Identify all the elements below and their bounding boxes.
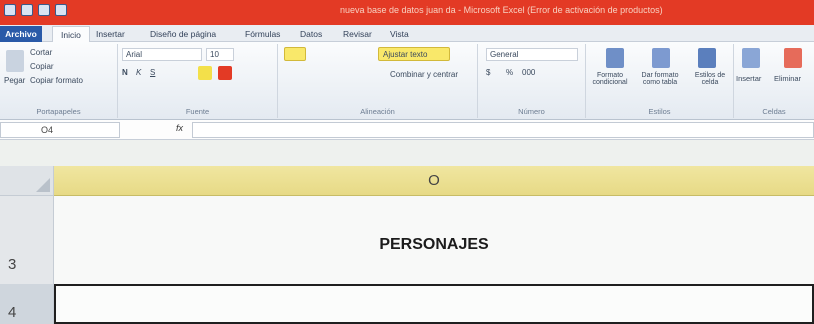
wrap-text-button[interactable]: Ajustar texto	[378, 47, 450, 61]
group-alignment: Ajustar texto Combinar y centrar Alineac…	[278, 44, 478, 118]
tab-inicio[interactable]: Inicio	[52, 26, 90, 42]
tab-vista[interactable]: Vista	[390, 26, 409, 42]
styles-group-label: Estilos	[648, 107, 671, 116]
name-box[interactable]: O4	[0, 122, 120, 138]
format-painter-button[interactable]: Copiar formato	[30, 76, 83, 85]
row-header-3[interactable]: 3	[0, 196, 54, 284]
save-icon[interactable]	[21, 4, 33, 16]
toolbar-strip	[0, 140, 814, 166]
window-title: nueva base de datos juan da - Microsoft …	[340, 5, 663, 15]
group-cells: Insertar Eliminar Celdas	[734, 44, 814, 118]
tab-formulas[interactable]: Fórmulas	[245, 26, 280, 42]
clipboard-group-label: Portapapeles	[36, 107, 81, 116]
excel-logo-icon	[4, 4, 16, 16]
paste-button[interactable]: Pegar	[4, 76, 25, 85]
cut-button[interactable]: Cortar	[30, 48, 52, 57]
group-clipboard: Pegar Cortar Copiar Copiar formato Porta…	[0, 44, 118, 118]
conditional-format-button[interactable]: Formato condicional	[588, 72, 632, 86]
currency-button[interactable]: $	[486, 68, 490, 77]
insert-cells-icon[interactable]	[742, 48, 760, 68]
title-bar: nueva base de datos juan da - Microsoft …	[0, 0, 814, 25]
formula-bar: O4 fx	[0, 120, 814, 140]
wrap-text-label: Ajustar texto	[383, 50, 428, 59]
cells-group-label: Celdas	[762, 107, 786, 116]
cell-styles-icon[interactable]	[698, 48, 716, 68]
tab-diseno-pagina[interactable]: Diseño de página	[150, 26, 216, 42]
insert-function-icon[interactable]: fx	[176, 123, 183, 133]
row-header-4[interactable]: 4	[0, 284, 54, 324]
underline-button[interactable]: S	[150, 68, 155, 77]
font-color-icon[interactable]	[218, 66, 232, 80]
group-styles: Formato condicional Dar formato como tab…	[586, 44, 734, 118]
paste-icon[interactable]	[6, 50, 24, 72]
cell-o3-text: PERSONAJES	[379, 236, 489, 253]
tab-revisar[interactable]: Revisar	[343, 26, 372, 42]
alignment-group-label: Alineación	[360, 107, 395, 116]
align-top-icon[interactable]	[284, 47, 306, 61]
font-group-label: Fuente	[185, 107, 210, 116]
format-table-button[interactable]: Dar formato como tabla	[634, 72, 686, 86]
tab-insertar[interactable]: Insertar	[96, 26, 125, 42]
copy-button[interactable]: Copiar	[30, 62, 54, 71]
merge-center-button[interactable]: Combinar y centrar	[390, 70, 458, 79]
redo-icon[interactable]	[55, 4, 67, 16]
formula-input[interactable]	[192, 122, 814, 138]
number-group-label: Número	[518, 107, 545, 116]
quick-access-toolbar	[4, 4, 67, 16]
group-font: Arial 10 N K S Fuente	[118, 44, 278, 118]
tab-archivo[interactable]: Archivo	[0, 26, 42, 42]
undo-icon[interactable]	[38, 4, 50, 16]
font-size-select[interactable]: 10	[206, 48, 234, 61]
group-number: General $ % 000 Número	[478, 44, 586, 118]
insert-cells-button[interactable]: Insertar	[736, 74, 761, 83]
italic-button[interactable]: K	[136, 68, 141, 77]
delete-cells-icon[interactable]	[784, 48, 802, 68]
column-header-o[interactable]: O	[54, 166, 814, 196]
font-name-select[interactable]: Arial	[122, 48, 202, 61]
percent-button[interactable]: %	[506, 68, 513, 77]
number-format-select[interactable]: General	[486, 48, 578, 61]
thousands-button[interactable]: 000	[522, 68, 535, 77]
cell-o4-selected[interactable]	[54, 284, 814, 324]
tab-datos[interactable]: Datos	[300, 26, 322, 42]
ribbon: Pegar Cortar Copiar Copiar formato Porta…	[0, 42, 814, 120]
ribbon-tabs: Archivo Inicio Insertar Diseño de página…	[0, 25, 814, 42]
format-table-icon[interactable]	[652, 48, 670, 68]
conditional-format-icon[interactable]	[606, 48, 624, 68]
select-all-corner[interactable]	[0, 166, 54, 196]
cell-styles-button[interactable]: Estilos de celda	[688, 72, 732, 86]
fill-color-icon[interactable]	[198, 66, 212, 80]
bold-button[interactable]: N	[122, 68, 128, 77]
delete-cells-button[interactable]: Eliminar	[774, 74, 801, 83]
worksheet: O 3 PERSONAJES 4	[0, 166, 814, 324]
